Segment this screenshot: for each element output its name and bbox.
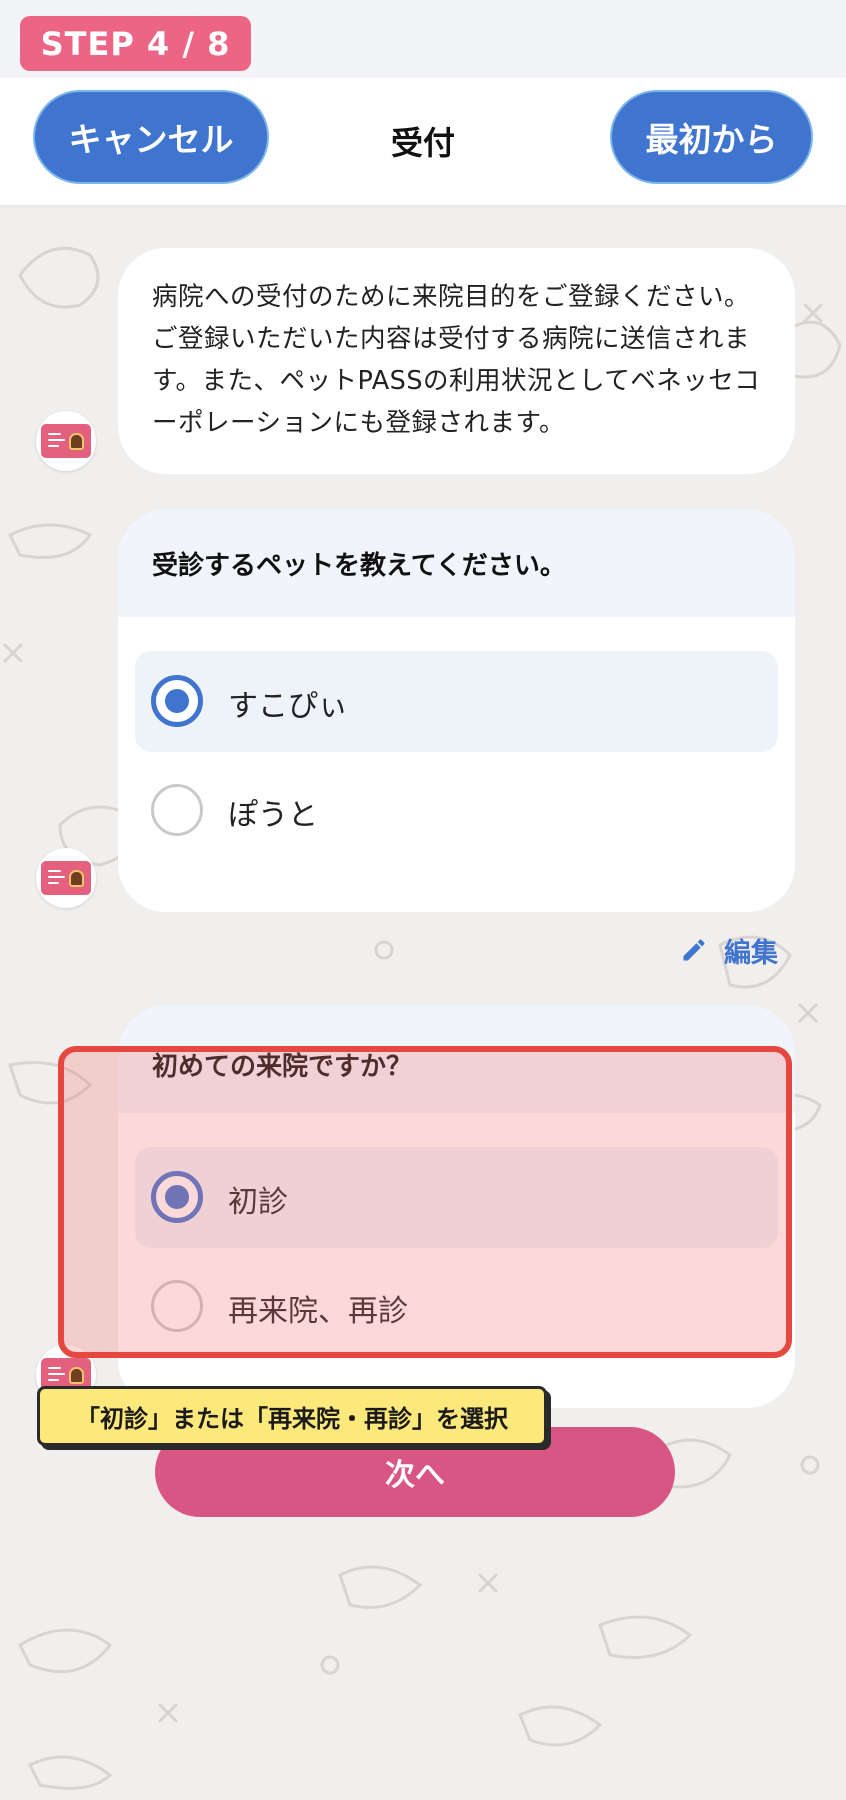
edit-label: 編集 — [724, 937, 778, 969]
restart-button[interactable]: 最初から — [612, 92, 811, 182]
step-strip: STEP 4 / 8 — [0, 0, 846, 78]
intro-message-bubble: 病院への受付のために来院目的をご登録ください。ご登録いただいた内容は受付する病院… — [118, 248, 795, 474]
header-bar: キャンセル 受付 最初から — [0, 78, 846, 205]
pet-pass-card-icon — [36, 848, 96, 908]
option-label: ぽうと — [228, 798, 318, 833]
edit-button[interactable]: 編集 — [680, 930, 800, 970]
step-badge: STEP 4 / 8 — [20, 16, 251, 71]
instruction-tooltip: 「初診」または「再来院・再診」を選択 — [37, 1386, 547, 1446]
radio-unselected-icon[interactable] — [151, 784, 203, 836]
pet-question-title: 受診するペットを教えてください。 — [118, 510, 795, 617]
option-label: すこぴぃ — [228, 689, 348, 724]
pencil-icon — [683, 939, 705, 961]
pet-pass-card-icon — [36, 411, 96, 471]
radio-selected-icon[interactable] — [151, 675, 203, 727]
pet-question-card: 受診するペットを教えてください。 すこぴぃ ぽうと — [118, 510, 795, 912]
highlight-box — [58, 1046, 792, 1358]
pet-option-sukopii[interactable]: すこぴぃ — [135, 651, 778, 752]
intro-message-text: 病院への受付のために来院目的をご登録ください。ご登録いただいた内容は受付する病院… — [152, 282, 761, 438]
pet-option-pouto[interactable]: ぽうと — [135, 760, 778, 861]
